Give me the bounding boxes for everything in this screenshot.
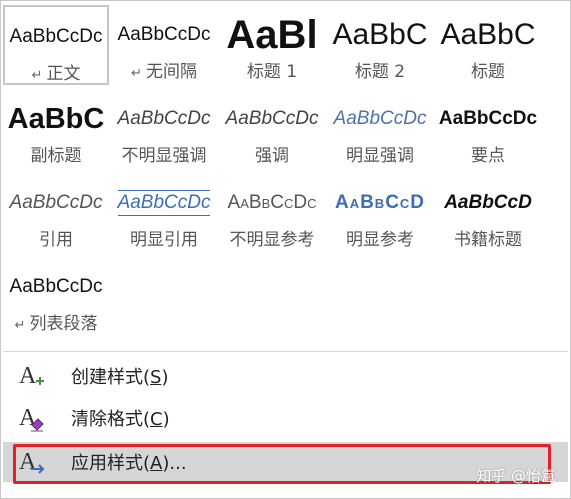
style-tile[interactable]: AaBbCcD 明显参考	[327, 173, 433, 253]
style-preview-text: AaBbCcDc	[333, 108, 427, 129]
style-preview: AaBbCcDc	[7, 185, 105, 221]
watermark: 知乎 @怡氲	[476, 467, 556, 485]
style-tile[interactable]: AaBbCcDc 强调	[219, 89, 325, 169]
style-preview-text: AaBbCcDc	[225, 108, 319, 129]
style-label-text: 不明显参考	[229, 230, 315, 250]
style-label: 明显引用	[111, 225, 217, 250]
style-preview: AaBbCcDc	[223, 101, 321, 137]
style-label: 明显参考	[327, 225, 433, 250]
style-label-text: 标题 1	[246, 62, 298, 82]
style-label-text: 标题	[471, 62, 505, 82]
style-label-text: 明显强调	[346, 146, 414, 166]
style-preview: AaBbCcDc	[331, 101, 429, 137]
svg-text:A: A	[19, 363, 37, 389]
style-preview: AaBbCcDc	[7, 269, 105, 305]
style-label: 要点	[435, 141, 541, 166]
style-preview-text: AaBbCcDc	[9, 26, 103, 47]
style-label-text: 正文	[46, 64, 81, 84]
style-preview: AaBbCcDc	[9, 19, 103, 55]
style-label-text: 书籍标题	[454, 230, 522, 250]
style-preview-text: AaBbCcDc	[9, 276, 103, 297]
style-label: 引用	[3, 225, 109, 250]
style-tile[interactable]: AaBbCcD 书籍标题	[435, 173, 541, 253]
style-preview-text: AaBbCcDc	[117, 190, 211, 216]
style-label: 书籍标题	[435, 225, 541, 250]
clear-format-label: 清除格式(C)	[71, 409, 170, 430]
style-tile[interactable]: AaBbCcDc ↵ 正文	[3, 5, 109, 85]
styles-gallery-panel: AaBbCcDc ↵ 正文 AaBbCcDc ↵ 无间隔 AaBl 标题 1 AaBbC 标题 2…	[0, 0, 571, 499]
style-tile[interactable]: AaBbC 标题	[435, 5, 541, 85]
style-label: ↵ 无间隔	[111, 57, 217, 82]
paragraph-mark-icon: ↵	[14, 318, 26, 333]
style-preview: AaBbCcDc	[115, 17, 213, 53]
style-label: 明显强调	[327, 141, 433, 166]
style-tile[interactable]: AaBbC 副标题	[3, 89, 109, 169]
style-preview-text: AaBbCcDc	[9, 192, 103, 213]
menu-divider	[3, 351, 568, 352]
style-tile[interactable]: AaBbCcDc 引用	[3, 173, 109, 253]
style-label: 标题	[435, 57, 541, 82]
style-tile[interactable]: AaBbCcDc 明显强调	[327, 89, 433, 169]
style-preview-text: AaBbCcD	[334, 192, 426, 213]
paragraph-mark-icon: ↵	[131, 66, 142, 81]
style-label-text: 不明显强调	[121, 146, 207, 166]
style-label: ↵ 列表段落	[3, 309, 109, 334]
clear-format-menu-item[interactable]: A 清除格式(C)	[3, 398, 568, 438]
style-label: ↵ 正文	[5, 59, 107, 83]
style-label: 副标题	[3, 141, 109, 166]
style-label-text: 列表段落	[29, 314, 98, 334]
style-tile[interactable]: AaBbCcDc 不明显强调	[111, 89, 217, 169]
highlight-outline	[13, 444, 551, 484]
style-tile[interactable]: AaBl 标题 1	[219, 5, 325, 85]
style-preview-text: AaBbCcDc	[439, 108, 537, 129]
style-preview-text: AaBbCcDc	[227, 192, 317, 213]
style-preview-text: AaBbC	[440, 18, 536, 51]
style-tile[interactable]: AaBbCcDc ↵ 无间隔	[111, 5, 217, 85]
style-label: 标题 2	[327, 57, 433, 82]
style-preview-text: AaBbCcDc	[117, 108, 211, 129]
style-preview: AaBbC	[439, 17, 537, 53]
style-tile[interactable]: AaBbCcDc 不明显参考	[219, 173, 325, 253]
style-preview-text: AaBl	[226, 17, 318, 53]
style-preview: AaBbC	[7, 101, 105, 137]
style-label-text: 要点	[471, 146, 505, 166]
style-preview: AaBbCcDc	[439, 101, 537, 137]
style-preview: AaBl	[223, 17, 321, 53]
style-label: 不明显强调	[111, 141, 217, 166]
style-tile[interactable]: AaBbC 标题 2	[327, 5, 433, 85]
style-label-text: 明显引用	[130, 230, 198, 250]
style-preview: AaBbCcDc	[223, 185, 321, 221]
style-label: 强调	[219, 141, 325, 166]
style-tile[interactable]: AaBbCcDc ↵ 列表段落	[3, 257, 109, 337]
style-label-text: 明显参考	[346, 230, 414, 250]
style-tile[interactable]: AaBbCcDc 明显引用	[111, 173, 217, 253]
style-preview: AaBbCcDc	[115, 185, 213, 221]
style-preview-text: AaBbC	[7, 102, 105, 135]
style-label: 标题 1	[219, 57, 325, 82]
style-label-text: 引用	[39, 230, 73, 250]
styles-gallery: AaBbCcDc ↵ 正文 AaBbCcDc ↵ 无间隔 AaBl 标题 1 AaBbC 标题 2…	[3, 5, 543, 340]
style-label-text: 副标题	[30, 146, 82, 166]
paragraph-mark-icon: ↵	[31, 68, 43, 83]
style-preview: AaBbCcDc	[115, 101, 213, 137]
style-preview-text: AaBbCcD	[444, 192, 532, 213]
create-style-menu-item[interactable]: A 创建样式(S)	[3, 356, 568, 396]
style-preview: AaBbC	[331, 17, 429, 53]
clear-format-icon: A	[17, 403, 47, 433]
create-style-label: 创建样式(S)	[71, 367, 169, 388]
style-preview-text: AaBbCcDc	[117, 24, 211, 45]
style-label: 不明显参考	[219, 225, 325, 250]
style-label-text: 标题 2	[354, 62, 406, 82]
style-label-text: 强调	[255, 146, 289, 166]
style-tile[interactable]: AaBbCcDc 要点	[435, 89, 541, 169]
style-preview: AaBbCcD	[331, 185, 429, 221]
style-label-text: 无间隔	[145, 62, 197, 82]
style-preview-text: AaBbC	[332, 18, 428, 51]
create-style-icon: A	[17, 361, 47, 391]
style-preview: AaBbCcD	[439, 185, 537, 221]
